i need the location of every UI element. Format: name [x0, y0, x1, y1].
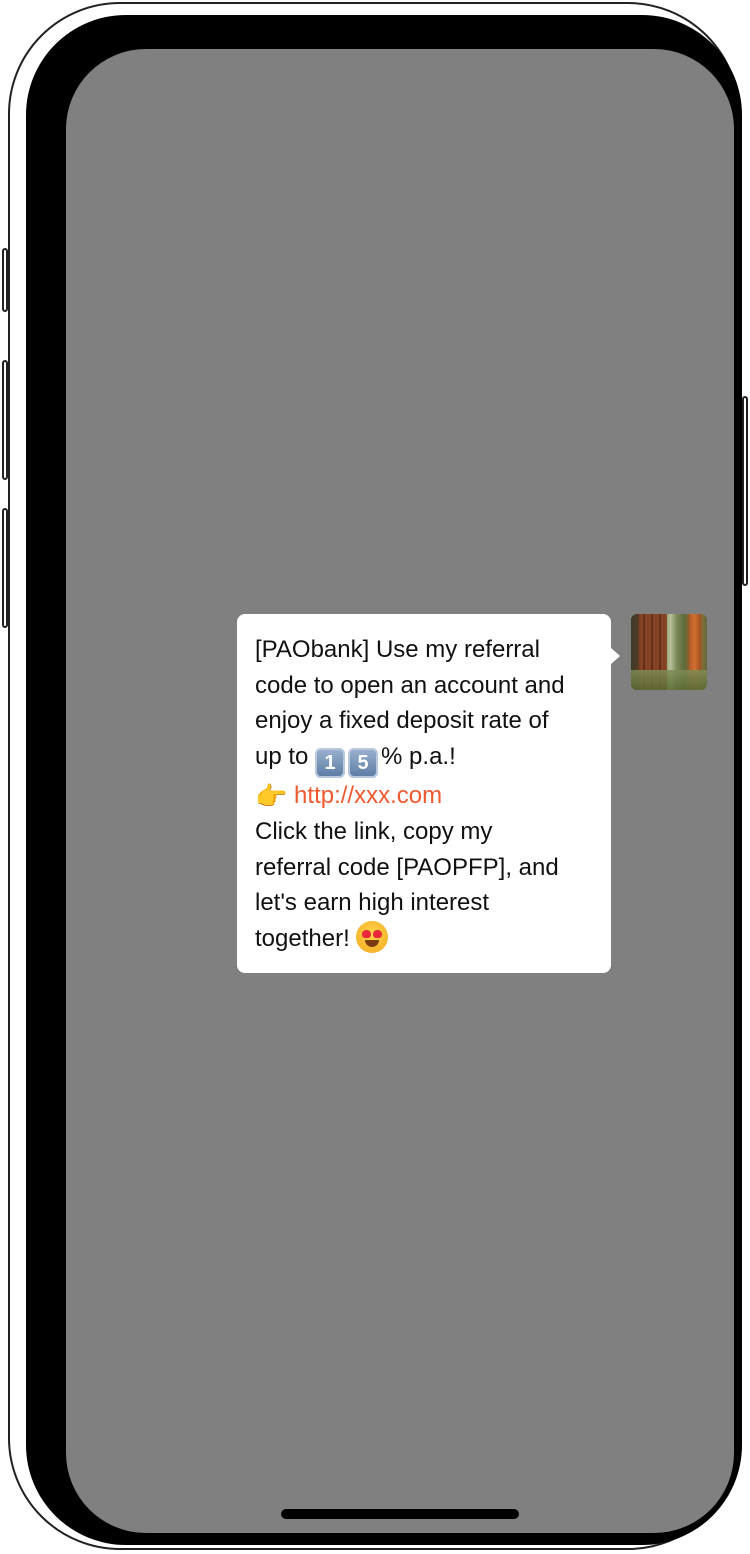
keycap-five-icon: 5 [348, 747, 379, 778]
chat-message-bubble[interactable]: [PAObank] Use my referral code to open a… [237, 614, 620, 973]
message-line: Click the link, copy my [255, 818, 493, 845]
rate-suffix: % p.a.! [381, 742, 456, 770]
phone-bezel: [PAObank] Use my referral code to open a… [26, 15, 742, 1545]
referral-link[interactable]: http://xxx.com [294, 782, 442, 809]
home-indicator[interactable] [281, 1509, 519, 1519]
message-line-rate: up to 1 5% p.a.! [255, 739, 593, 778]
rate-prefix: up to [255, 742, 316, 770]
message-line: [PAObank] Use my referral [255, 636, 540, 663]
smiling-face-with-heart-eyes-icon [355, 920, 388, 953]
sender-avatar[interactable] [631, 614, 707, 690]
message-line: enjoy a fixed deposit rate of [255, 707, 549, 734]
phone-screen: [PAObank] Use my referral code to open a… [66, 49, 734, 1533]
message-line-link: 👉 http://xxx.com [255, 778, 593, 815]
backhand-index-pointing-right-icon: 👉 [255, 780, 288, 811]
message-line: let's earn high interest [255, 889, 490, 916]
keycap-one-icon: 1 [315, 747, 346, 778]
closing-text: together! [255, 924, 350, 952]
message-line-closing: together! [255, 920, 593, 957]
phone-frame: [PAObank] Use my referral code to open a… [8, 2, 742, 1550]
message-line: referral code [PAOPFP], and [255, 853, 559, 881]
power-button [742, 396, 748, 586]
message-line: code to open an account and [255, 671, 565, 699]
